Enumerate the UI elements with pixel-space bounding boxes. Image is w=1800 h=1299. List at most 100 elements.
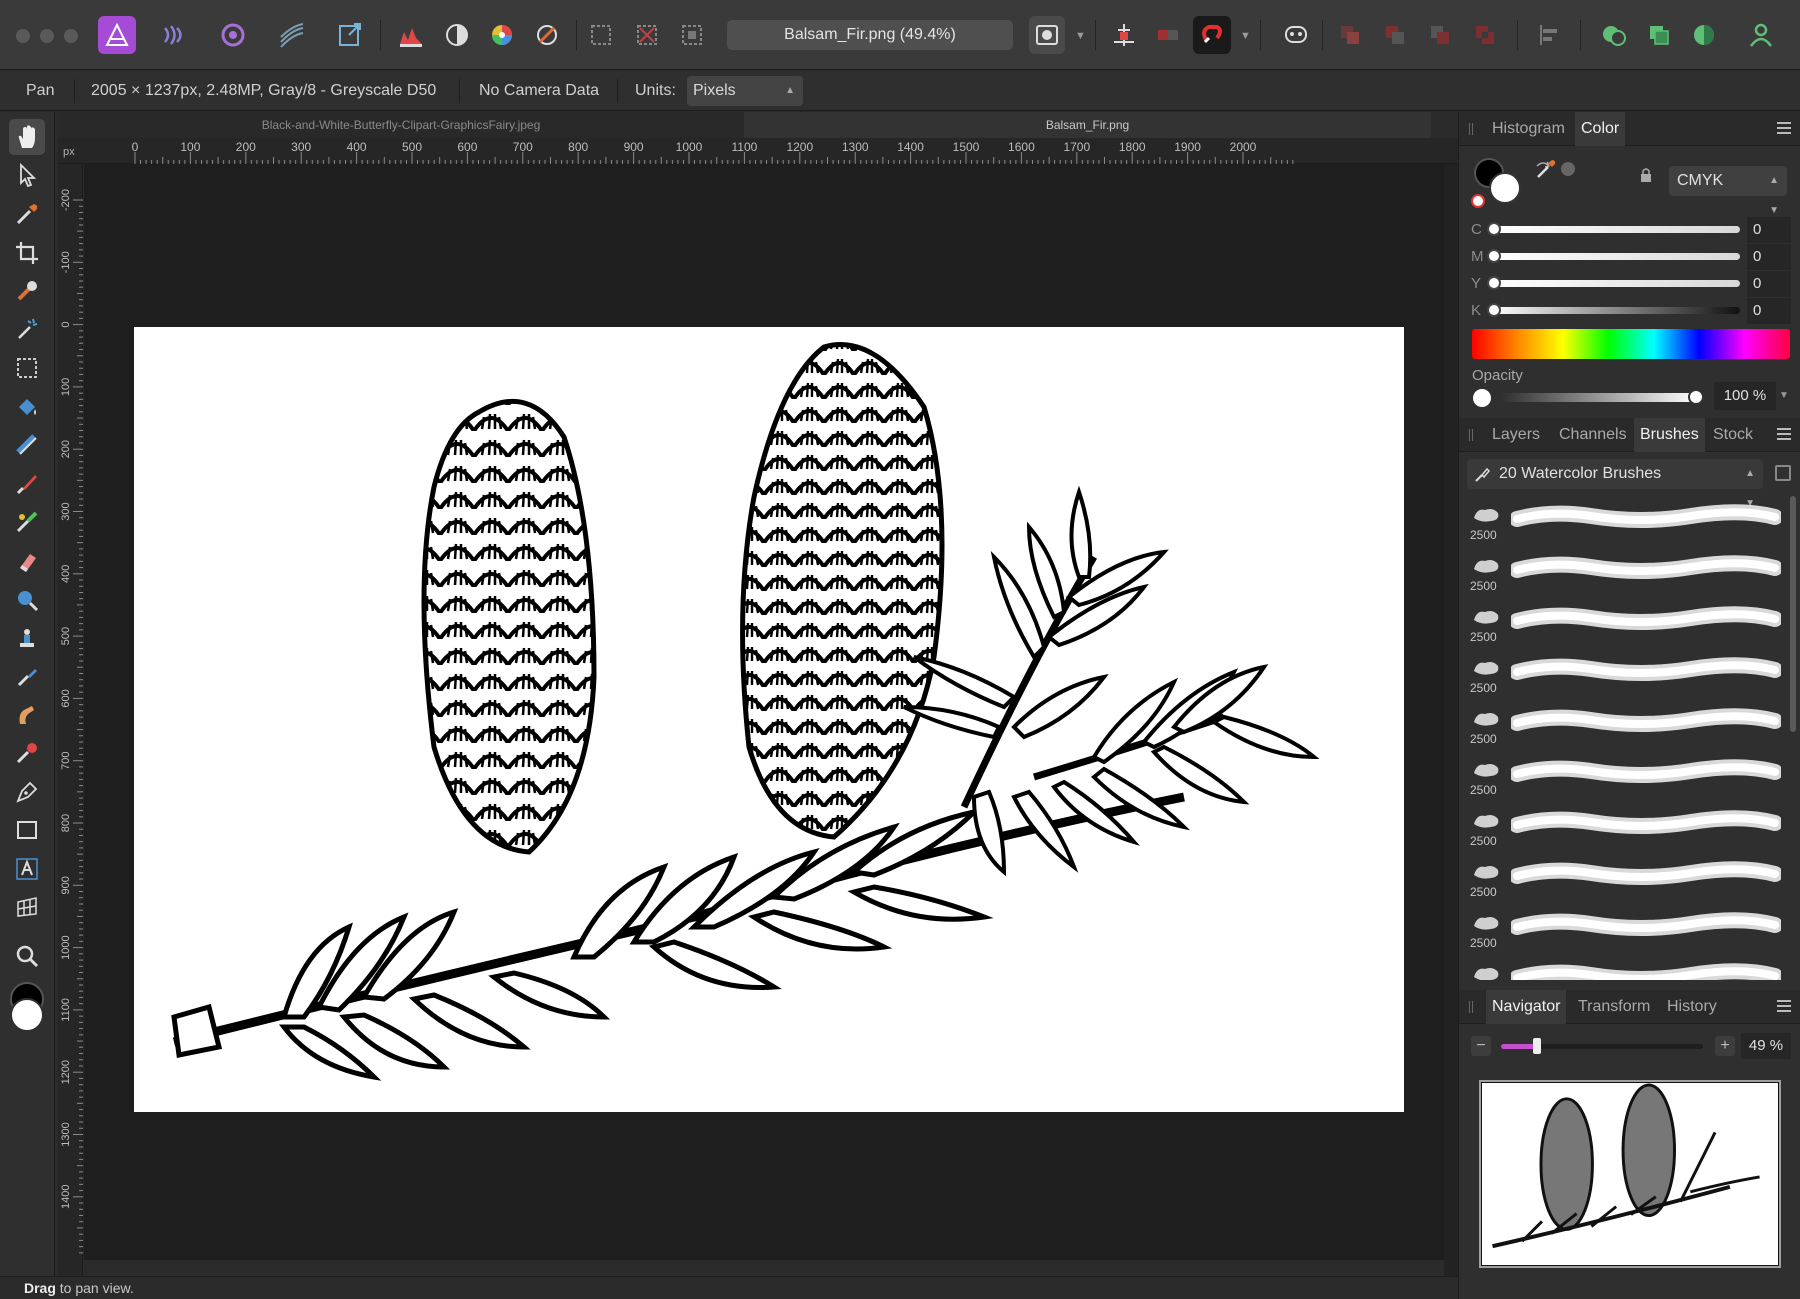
tab-balsam-fir[interactable]: Balsam_Fir.png xyxy=(744,112,1431,138)
zoom-in-button[interactable]: + xyxy=(1715,1036,1735,1056)
mesh-warp-tool-icon[interactable] xyxy=(9,889,45,925)
window-minimize-button[interactable] xyxy=(40,29,54,43)
pen-tool-icon[interactable] xyxy=(9,774,45,810)
zoom-out-button[interactable]: − xyxy=(1471,1036,1491,1056)
color-picker-tool-icon[interactable] xyxy=(9,196,45,232)
tab-histogram[interactable]: Histogram xyxy=(1486,112,1571,146)
invert-selection-icon[interactable] xyxy=(673,16,711,54)
auto-levels-icon[interactable] xyxy=(392,16,430,54)
tab-layers[interactable]: Layers xyxy=(1486,418,1546,452)
chevron-down-icon[interactable]: ▼ xyxy=(1779,390,1789,401)
tab-history[interactable]: History xyxy=(1661,990,1723,1024)
tab-stock[interactable]: Stock xyxy=(1707,418,1759,452)
panel-menu-icon[interactable] xyxy=(1777,428,1791,440)
stroke-color-swatch[interactable] xyxy=(1489,172,1521,204)
window-zoom-button[interactable] xyxy=(64,29,78,43)
assistant-icon[interactable] xyxy=(1277,16,1315,54)
balsam-fir-image[interactable] xyxy=(134,327,1404,1112)
develop-persona-icon[interactable] xyxy=(214,16,252,54)
boolean-xor-icon[interactable] xyxy=(1466,16,1504,54)
brush-list-scrollbar[interactable] xyxy=(1790,496,1796,732)
secondary-color-swatch[interactable] xyxy=(10,998,44,1032)
deselect-icon[interactable] xyxy=(628,16,666,54)
auto-contrast-icon[interactable] xyxy=(438,16,476,54)
tab-navigator[interactable]: Navigator xyxy=(1486,990,1567,1024)
canvas-vertical-scrollbar[interactable] xyxy=(1444,164,1458,1276)
zoom-slider-handle[interactable] xyxy=(1533,1038,1542,1054)
brush-item[interactable]: 2500 xyxy=(1459,955,1789,980)
smudge-tool-icon[interactable] xyxy=(9,697,45,733)
chevron-down-icon[interactable]: ▼ xyxy=(1240,30,1251,42)
tone-mapping-persona-icon[interactable] xyxy=(273,16,311,54)
brush-item[interactable]: 2500 xyxy=(1459,802,1789,853)
navigator-view-rect[interactable] xyxy=(1479,1080,1781,1268)
boolean-intersect-icon[interactable] xyxy=(1421,16,1459,54)
vertical-ruler[interactable]: -200 -100 0 100 200 300 400 500 600 700 800 900 1000… xyxy=(58,164,83,1276)
force-pixel-alignment-icon[interactable] xyxy=(1149,16,1187,54)
cyan-slider[interactable] xyxy=(1492,226,1740,233)
units-dropdown[interactable]: Pixels ▲▼ xyxy=(687,76,803,126)
color-mode-icon[interactable] xyxy=(1685,16,1723,54)
export-persona-icon[interactable] xyxy=(331,16,369,54)
user-account-icon[interactable] xyxy=(1742,16,1780,54)
tab-color[interactable]: Color xyxy=(1575,112,1626,146)
brush-item[interactable]: 2500 xyxy=(1459,649,1789,700)
auto-white-balance-icon[interactable] xyxy=(528,16,566,54)
black-value[interactable]: 0 xyxy=(1747,298,1791,324)
panel-grip-icon[interactable] xyxy=(1469,1001,1473,1013)
document-canvas[interactable] xyxy=(84,164,1444,1260)
tab-transform[interactable]: Transform xyxy=(1572,990,1656,1024)
quick-mask-icon[interactable] xyxy=(1029,16,1065,54)
chevron-down-icon[interactable]: ▼ xyxy=(1075,30,1086,42)
magenta-slider[interactable] xyxy=(1492,253,1740,260)
zoom-value[interactable]: 49 % xyxy=(1741,1033,1791,1059)
brush-item[interactable]: 2500 xyxy=(1459,547,1789,598)
selection-brush-tool-icon[interactable] xyxy=(9,273,45,309)
snap-magnet-icon[interactable] xyxy=(1193,16,1231,54)
brush-item[interactable]: 2500 xyxy=(1459,751,1789,802)
brush-item[interactable]: 2500 xyxy=(1459,496,1789,547)
flood-select-tool-icon[interactable] xyxy=(9,311,45,347)
auto-colors-icon[interactable] xyxy=(483,16,521,54)
red-eye-tool-icon[interactable] xyxy=(9,735,45,771)
magenta-slider-handle[interactable] xyxy=(1487,249,1501,263)
move-tool-icon[interactable] xyxy=(9,157,45,193)
studio-panels-icon[interactable] xyxy=(1595,16,1633,54)
zoom-tool-icon[interactable] xyxy=(9,938,45,974)
brush-item[interactable]: 2500 xyxy=(1459,853,1789,904)
yellow-value[interactable]: 0 xyxy=(1747,271,1791,297)
black-slider[interactable] xyxy=(1492,307,1740,314)
gradient-tool-icon[interactable] xyxy=(9,427,45,463)
eyedropper-icon[interactable] xyxy=(1535,156,1559,180)
align-icon[interactable] xyxy=(1530,16,1568,54)
yellow-slider-handle[interactable] xyxy=(1487,276,1501,290)
opacity-value[interactable]: 100 % xyxy=(1714,382,1776,410)
arrange-icon[interactable] xyxy=(1640,16,1678,54)
lock-icon[interactable] xyxy=(1639,166,1653,184)
black-slider-handle[interactable] xyxy=(1487,303,1501,317)
panel-grip-icon[interactable] xyxy=(1469,123,1473,135)
color-model-dropdown[interactable]: CMYK ▲ ▼ xyxy=(1669,166,1787,216)
crop-tool-icon[interactable] xyxy=(9,235,45,271)
opacity-slider-handle[interactable] xyxy=(1688,389,1704,405)
clone-tool-icon[interactable] xyxy=(9,620,45,656)
tab-channels[interactable]: Channels xyxy=(1553,418,1633,452)
window-close-button[interactable] xyxy=(16,29,30,43)
sampled-color-dot[interactable] xyxy=(1561,162,1575,176)
liquify-persona-icon[interactable] xyxy=(155,16,193,54)
panel-menu-icon[interactable] xyxy=(1777,1000,1791,1012)
paint-brush-tool-icon[interactable] xyxy=(9,466,45,502)
panel-grip-icon[interactable] xyxy=(1469,429,1473,441)
panel-menu-icon[interactable] xyxy=(1777,122,1791,134)
horizontal-ruler[interactable]: 0 100 200 300 400 500 600 700 800 900 1000 1100 1200… xyxy=(58,138,1458,164)
brush-item[interactable]: 2500 xyxy=(1459,904,1789,955)
cyan-value[interactable]: 0 xyxy=(1747,217,1791,243)
tab-butterfly-clipart[interactable]: Black-and-White-Butterfly-Clipart-Graphi… xyxy=(58,112,744,138)
marquee-select-icon[interactable] xyxy=(582,16,620,54)
opacity-slider[interactable] xyxy=(1501,393,1697,402)
brush-item[interactable]: 2500 xyxy=(1459,598,1789,649)
boolean-subtract-icon[interactable] xyxy=(1376,16,1414,54)
yellow-slider[interactable] xyxy=(1492,280,1740,287)
healing-brush-tool-icon[interactable] xyxy=(9,659,45,695)
magenta-value[interactable]: 0 xyxy=(1747,244,1791,270)
